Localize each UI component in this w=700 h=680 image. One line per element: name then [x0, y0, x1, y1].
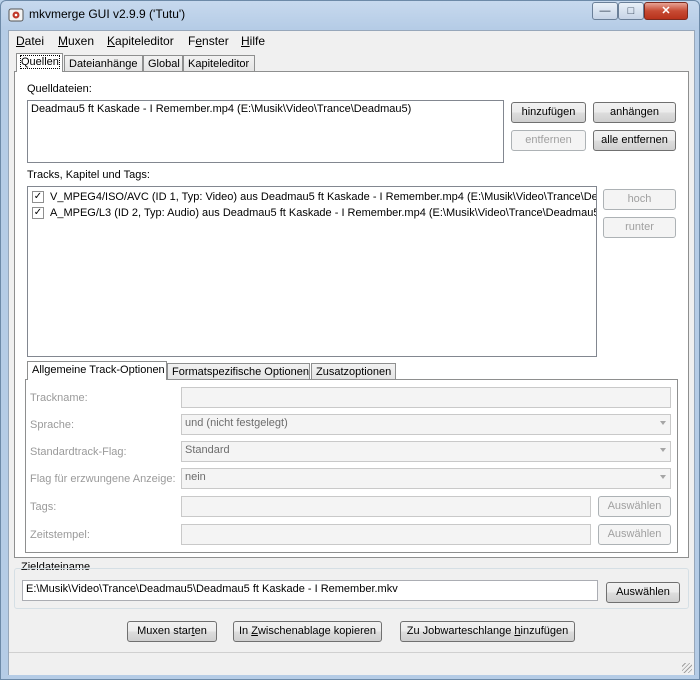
start-muxing-button[interactable]: Muxen starten	[127, 621, 217, 642]
tracks-list[interactable]: ✓ V_MPEG4/ISO/AVC (ID 1, Typ: Video) aus…	[27, 186, 597, 357]
trackname-input[interactable]	[181, 387, 671, 408]
language-label: Sprache:	[30, 419, 75, 431]
tags-label: Tags:	[30, 501, 57, 513]
output-filename-input[interactable]: E:\Musik\Video\Trance\Deadmau5\Deadmau5 …	[22, 580, 598, 601]
source-files-label: Quelldateien:	[27, 83, 92, 95]
close-button[interactable]: ✕	[644, 2, 688, 20]
track-audio-checkbox[interactable]: ✓	[32, 207, 44, 219]
menu-kapiteleditor[interactable]: Kapiteleditor	[107, 34, 174, 48]
track-options-panel: Trackname: Sprache: und (nicht festgeleg…	[25, 379, 678, 553]
track-up-button[interactable]: hoch	[603, 189, 676, 210]
tracks-label: Tracks, Kapitel und Tags:	[27, 169, 150, 181]
chevron-down-icon	[660, 448, 666, 452]
resize-grip-icon[interactable]	[682, 663, 692, 673]
mkvmerge-app-icon[interactable]	[8, 7, 24, 23]
forced-display-flag-select[interactable]: nein	[181, 468, 671, 489]
append-source-button[interactable]: anhängen	[593, 102, 676, 123]
output-browse-button[interactable]: Auswählen	[606, 582, 680, 603]
remove-source-button[interactable]: entfernen	[511, 130, 586, 151]
title-bar[interactable]: mkvmerge GUI v2.9.9 ('Tutu') — □ ✕	[1, 1, 699, 29]
add-to-job-queue-button[interactable]: Zu Jobwarteschlange hinzufügen	[400, 621, 575, 642]
remove-all-sources-button[interactable]: alle entfernen	[593, 130, 676, 151]
menu-datei[interactable]: Datei	[16, 34, 44, 48]
chevron-down-icon	[660, 421, 666, 425]
copy-to-clipboard-button[interactable]: In Zwischenablage kopieren	[233, 621, 382, 642]
track-video-checkbox[interactable]: ✓	[32, 191, 44, 203]
chevron-down-icon	[660, 475, 666, 479]
close-icon: ✕	[661, 5, 671, 17]
menu-hilfe[interactable]: Hilfe	[241, 34, 265, 48]
tab-global[interactable]: Global	[143, 55, 183, 72]
timecodes-browse-button[interactable]: Auswählen	[598, 524, 671, 545]
tab-dateianhaenge[interactable]: Dateianhänge	[64, 55, 143, 72]
forced-display-flag-label: Flag für erzwungene Anzeige:	[30, 473, 176, 485]
add-source-button[interactable]: hinzufügen	[511, 102, 586, 123]
tags-input[interactable]	[181, 496, 591, 517]
status-bar	[9, 652, 694, 675]
source-files-list[interactable]: Deadmau5 ft Kaskade - I Remember.mp4 (E:…	[27, 100, 504, 163]
subtab-extra-options[interactable]: Zusatzoptionen	[311, 363, 396, 380]
tab-kapiteleditor[interactable]: Kapiteleditor	[183, 55, 255, 72]
language-select[interactable]: und (nicht festgelegt)	[181, 414, 671, 435]
menu-muxen[interactable]: Muxen	[58, 34, 94, 48]
timecodes-input[interactable]	[181, 524, 591, 545]
menu-bar: Datei Muxen Kapiteleditor Fenster Hilfe	[9, 31, 694, 51]
track-down-button[interactable]: runter	[603, 217, 676, 238]
timecodes-label: Zeitstempel:	[30, 529, 90, 541]
menu-fenster[interactable]: Fenster	[188, 34, 229, 48]
minimize-icon: —	[599, 5, 611, 17]
minimize-button[interactable]: —	[592, 2, 618, 20]
tab-quellen[interactable]: Quellen	[16, 53, 63, 72]
client-area: Datei Muxen Kapiteleditor Fenster Hilfe …	[8, 30, 695, 675]
track-audio-label: A_MPEG/L3 (ID 2, Typ: Audio) aus Deadmau…	[50, 207, 597, 219]
default-track-flag-label: Standardtrack-Flag:	[30, 446, 127, 458]
maximize-button[interactable]: □	[618, 2, 644, 20]
trackname-label: Trackname:	[30, 392, 88, 404]
track-video-label: V_MPEG4/ISO/AVC (ID 1, Typ: Video) aus D…	[50, 191, 597, 203]
window-title: mkvmerge GUI v2.9.9 ('Tutu')	[29, 7, 186, 21]
sources-tab-panel: Quelldateien: Deadmau5 ft Kaskade - I Re…	[14, 71, 689, 558]
tags-browse-button[interactable]: Auswählen	[598, 496, 671, 517]
maximize-icon: □	[627, 5, 635, 17]
subtab-format-specific-options[interactable]: Formatspezifische Optionen	[167, 363, 310, 380]
subtab-general-track-options[interactable]: Allgemeine Track-Optionen	[27, 361, 167, 380]
app-window: mkvmerge GUI v2.9.9 ('Tutu') — □ ✕ Datei…	[0, 0, 700, 680]
source-file-item[interactable]: Deadmau5 ft Kaskade - I Remember.mp4 (E:…	[31, 103, 411, 115]
default-track-flag-select[interactable]: Standard	[181, 441, 671, 462]
